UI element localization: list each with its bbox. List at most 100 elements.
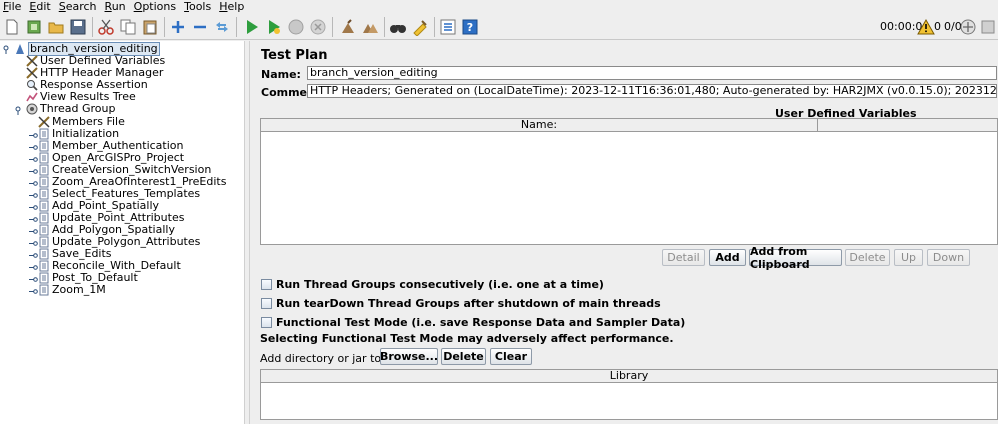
- tree-toggle[interactable]: [29, 202, 38, 211]
- paste-icon[interactable]: [140, 17, 160, 37]
- delete-button[interactable]: Delete: [845, 249, 890, 266]
- tree-toggle[interactable]: [29, 250, 38, 259]
- status-icon: [958, 17, 978, 37]
- transaction-controller-icon: [38, 260, 50, 272]
- library-table[interactable]: Library: [260, 369, 998, 420]
- tree-toggle[interactable]: [29, 274, 38, 283]
- tree-toggle-thread-group[interactable]: [15, 105, 24, 115]
- search-icon[interactable]: [388, 17, 408, 37]
- expand-icon[interactable]: [168, 17, 188, 37]
- transaction-controller-icon: [38, 152, 50, 164]
- test-plan-icon: [14, 43, 26, 55]
- browse-button[interactable]: Browse...: [380, 348, 438, 365]
- tree-toggle[interactable]: [29, 226, 38, 235]
- tree-item-thread-group[interactable]: Thread Group: [26, 103, 115, 115]
- active-icon: [978, 17, 998, 37]
- classpath-clear-button[interactable]: Clear: [490, 348, 532, 365]
- clear-icon[interactable]: [338, 17, 358, 37]
- new-icon[interactable]: [2, 17, 22, 37]
- tree-toggle[interactable]: [29, 178, 38, 187]
- clear-all-icon[interactable]: [360, 17, 380, 37]
- warning-count: 0: [934, 20, 941, 33]
- reset-search-icon[interactable]: [410, 17, 430, 37]
- tree-toggle[interactable]: [29, 142, 38, 151]
- tree-toggle[interactable]: [29, 166, 38, 175]
- thread-group-icon: [26, 103, 38, 115]
- name-field[interactable]: branch_version_editing: [307, 66, 997, 80]
- transaction-controller-icon: [38, 188, 50, 200]
- library-column[interactable]: Library: [261, 370, 997, 383]
- transaction-controller-icon: [38, 236, 50, 248]
- transaction-controller-icon: [38, 200, 50, 212]
- tree-item-zoom-1m[interactable]: Zoom_1M: [38, 284, 106, 296]
- templates-icon[interactable]: [24, 17, 44, 37]
- menu-options[interactable]: Options: [130, 0, 180, 14]
- name-label: Name:: [261, 68, 301, 81]
- transaction-controller-icon: [38, 140, 50, 152]
- tree-toggle[interactable]: [29, 214, 38, 223]
- functional-mode-note: Selecting Functional Test Mode may adver…: [260, 332, 674, 345]
- listener-icon: [26, 91, 38, 103]
- menu-tools[interactable]: Tools: [180, 0, 215, 14]
- panel-title: Test Plan: [261, 48, 328, 63]
- magnifier-icon: [26, 79, 38, 91]
- tree-toggle[interactable]: [29, 238, 38, 247]
- cut-icon[interactable]: [96, 17, 116, 37]
- toggle-icon[interactable]: [212, 17, 232, 37]
- transaction-controller-icon: [38, 272, 50, 284]
- udv-table[interactable]: Name:: [260, 118, 998, 245]
- transaction-controller-icon: [38, 176, 50, 188]
- checkbox-box[interactable]: [261, 317, 272, 328]
- copy-icon[interactable]: [118, 17, 138, 37]
- add-from-clipboard-button[interactable]: Add from Clipboard: [749, 245, 842, 271]
- test-plan-tree[interactable]: branch_version_editing User Defined Vari…: [0, 41, 244, 424]
- collapse-icon[interactable]: [190, 17, 210, 37]
- transaction-controller-icon: [38, 212, 50, 224]
- tree-toggle[interactable]: [29, 286, 38, 295]
- run-teardown-checkbox[interactable]: Run tearDown Thread Groups after shutdow…: [261, 297, 661, 310]
- tree-toggle[interactable]: [29, 154, 38, 163]
- menu-search[interactable]: Search: [55, 0, 101, 14]
- shutdown-icon[interactable]: [308, 17, 328, 37]
- stop-icon[interactable]: [286, 17, 306, 37]
- warning-icon[interactable]: [916, 17, 936, 37]
- transaction-controller-icon: [38, 248, 50, 260]
- classpath-delete-button[interactable]: Delete: [441, 348, 486, 365]
- menu-file[interactable]: File: [0, 0, 25, 14]
- udv-column-value[interactable]: [817, 119, 997, 132]
- detail-button[interactable]: Detail: [662, 249, 705, 266]
- functional-mode-checkbox[interactable]: Functional Test Mode (i.e. save Response…: [261, 316, 685, 329]
- udv-column-name[interactable]: Name:: [261, 119, 817, 132]
- menu-help[interactable]: Help: [215, 0, 248, 14]
- start-icon[interactable]: [242, 17, 262, 37]
- toolbar: ? 00:00:00 0 0/0: [0, 14, 998, 40]
- menu-bar: File Edit Search Run Options Tools Help: [0, 0, 998, 14]
- comments-field[interactable]: HTTP Headers; Generated on (LocalDateTim…: [307, 84, 997, 98]
- help-icon[interactable]: ?: [460, 17, 480, 37]
- run-consecutively-checkbox[interactable]: Run Thread Groups consecutively (i.e. on…: [261, 278, 604, 291]
- tree-toggle[interactable]: [29, 190, 38, 199]
- transaction-controller-icon: [38, 164, 50, 176]
- menu-run[interactable]: Run: [101, 0, 130, 14]
- transaction-controller-icon: [38, 224, 50, 236]
- transaction-controller-icon: [38, 128, 50, 140]
- save-icon[interactable]: [68, 17, 88, 37]
- start-no-pauses-icon[interactable]: [264, 17, 284, 37]
- checkbox-box[interactable]: [261, 279, 272, 290]
- add-button[interactable]: Add: [709, 249, 746, 266]
- tree-toggle[interactable]: [29, 130, 38, 139]
- panel-splitter[interactable]: [244, 41, 250, 424]
- tree-toggle[interactable]: [29, 262, 38, 271]
- function-helper-icon[interactable]: [438, 17, 458, 37]
- svg-text:?: ?: [467, 21, 473, 34]
- wrench-icon: [38, 116, 50, 128]
- transaction-controller-icon: [38, 284, 50, 296]
- up-button[interactable]: Up: [894, 249, 923, 266]
- test-plan-panel: Test Plan Name: branch_version_editing C…: [251, 41, 998, 424]
- down-button[interactable]: Down: [927, 249, 970, 266]
- wrench-icon: [26, 67, 38, 79]
- checkbox-box[interactable]: [261, 298, 272, 309]
- menu-edit[interactable]: Edit: [25, 0, 54, 14]
- open-icon[interactable]: [46, 17, 66, 37]
- tree-toggle-root[interactable]: [3, 44, 12, 54]
